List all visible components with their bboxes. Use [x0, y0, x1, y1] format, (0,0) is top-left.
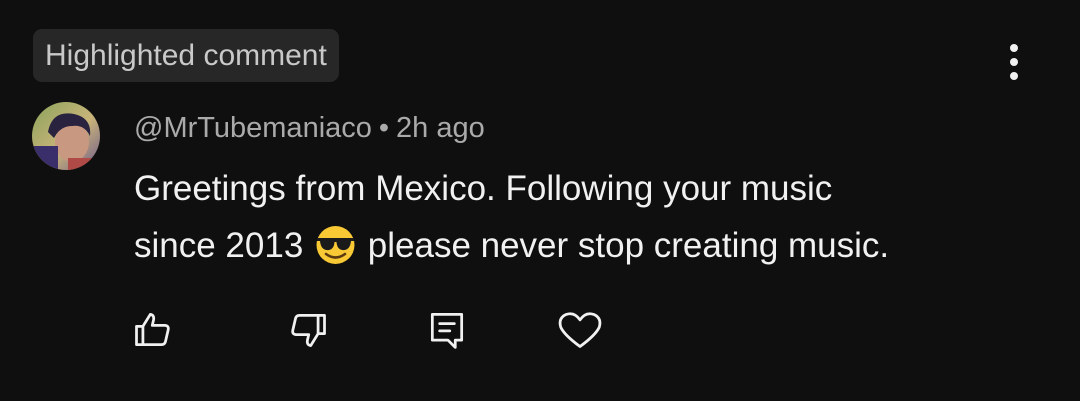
- more-vertical-icon: [1010, 44, 1018, 80]
- comment-text-line-2: since 2013 please never stop creating mu…: [134, 217, 1034, 274]
- heart-button[interactable]: [556, 306, 604, 354]
- thumbs-down-icon: [291, 313, 326, 347]
- badge-label: Highlighted comment: [45, 39, 327, 72]
- comment-text-line-2-start: since 2013: [134, 226, 304, 265]
- comment-meta: @MrTubemaniaco • 2h ago: [134, 108, 485, 148]
- heart-icon: [558, 312, 602, 348]
- comment-text: Greetings from Mexico. Following your mu…: [134, 160, 1034, 274]
- timestamp[interactable]: 2h ago: [396, 112, 485, 144]
- comment-text-line-1: Greetings from Mexico. Following your mu…: [134, 169, 833, 208]
- avatar[interactable]: [32, 102, 100, 170]
- like-button[interactable]: [129, 306, 177, 354]
- highlighted-comment-badge: Highlighted comment: [33, 29, 339, 82]
- reply-button[interactable]: [423, 306, 471, 354]
- meta-separator: •: [378, 112, 390, 144]
- comment-actions: [0, 306, 1080, 354]
- sunglasses-emoji-icon: [316, 226, 355, 264]
- thumbs-up-icon: [135, 313, 170, 347]
- more-options-button[interactable]: [994, 40, 1034, 84]
- comment-text-line-2-end: please never stop creating music.: [367, 226, 890, 265]
- author-name[interactable]: @MrTubemaniaco: [134, 112, 372, 144]
- reply-icon: [430, 313, 464, 349]
- dislike-button[interactable]: [284, 306, 332, 354]
